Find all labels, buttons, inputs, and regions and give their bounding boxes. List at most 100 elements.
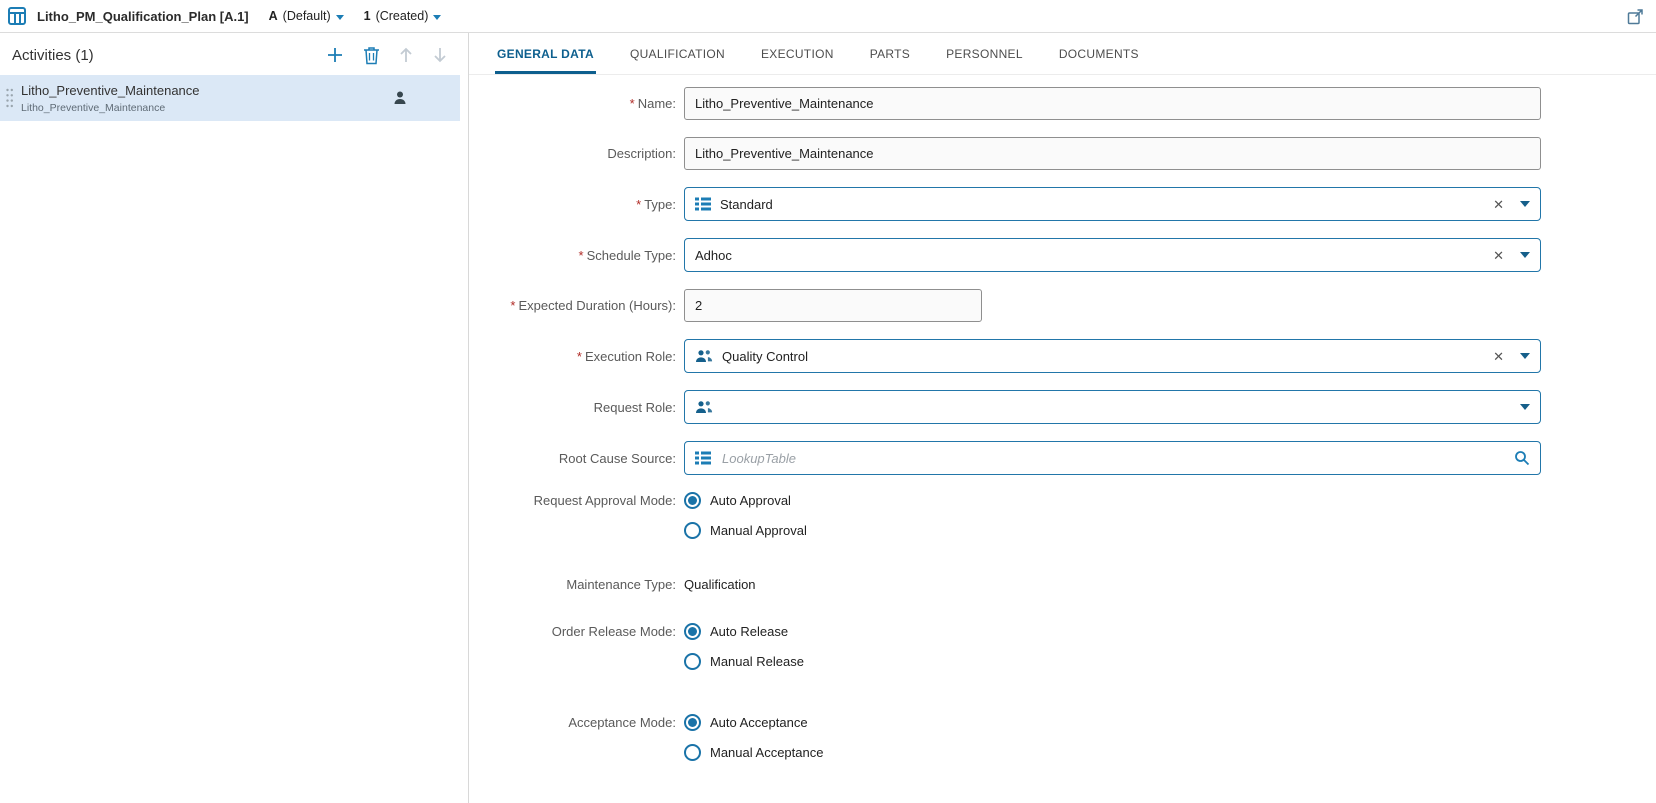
open-in-panel-icon[interactable]: [1627, 8, 1644, 25]
tab-parts[interactable]: PARTS: [868, 47, 912, 74]
field-row-name: *Name:: [469, 87, 1656, 120]
search-icon[interactable]: [1514, 450, 1530, 466]
field-row-order-release-mode: Order Release Mode: Auto Release Manual …: [469, 623, 1656, 670]
delete-activity-button[interactable]: [363, 46, 380, 65]
activities-header: Activities (1): [0, 33, 468, 75]
description-input[interactable]: [684, 137, 1541, 170]
radio-label: Auto Release: [710, 624, 788, 639]
activities-toolbar: [325, 45, 448, 65]
radio-label: Manual Approval: [710, 523, 807, 538]
detail-panel: GENERAL DATA QUALIFICATION EXECUTION PAR…: [469, 33, 1656, 803]
field-row-maintenance-type: Maintenance Type: Qualification: [469, 576, 1656, 593]
lookup-table-icon: [695, 197, 711, 211]
type-label: *Type:: [469, 197, 684, 212]
radio-label: Auto Acceptance: [710, 715, 808, 730]
schedule-type-label: *Schedule Type:: [469, 248, 684, 263]
radio-label: Auto Approval: [710, 493, 791, 508]
state-value: 1: [364, 9, 371, 23]
field-row-execution-role: *Execution Role: Quality Control: [469, 339, 1656, 373]
order-release-mode-label: Order Release Mode:: [469, 623, 684, 640]
clear-icon[interactable]: ✕: [1493, 249, 1504, 262]
root-cause-source-input[interactable]: [720, 450, 1514, 467]
field-row-description: Description:: [469, 137, 1656, 170]
radio-icon[interactable]: [684, 522, 701, 539]
chevron-down-icon: [433, 15, 441, 20]
field-row-request-role: Request Role:: [469, 390, 1656, 424]
radio-icon[interactable]: [684, 744, 701, 761]
radio-auto-release[interactable]: Auto Release: [684, 623, 1541, 640]
tab-general-data[interactable]: GENERAL DATA: [495, 47, 596, 74]
required-marker: *: [577, 349, 582, 364]
activity-text: Litho_Preventive_Maintenance Litho_Preve…: [21, 83, 200, 114]
field-row-type: *Type: Standard ✕: [469, 187, 1656, 221]
root-cause-source-label: Root Cause Source:: [469, 451, 684, 466]
required-marker: *: [510, 298, 515, 313]
maintenance-type-label: Maintenance Type:: [469, 576, 684, 593]
state-selector[interactable]: 1 (Created): [364, 9, 442, 23]
radio-icon[interactable]: [684, 653, 701, 670]
activity-title: Litho_Preventive_Maintenance: [21, 83, 200, 98]
acceptance-mode-group: Auto Acceptance Manual Acceptance: [684, 714, 1541, 761]
order-release-mode-group: Auto Release Manual Release: [684, 623, 1541, 670]
radio-auto-acceptance[interactable]: Auto Acceptance: [684, 714, 1541, 731]
person-icon: [392, 90, 408, 106]
expected-duration-input[interactable]: [684, 289, 982, 322]
execution-role-dropdown[interactable]: Quality Control ✕: [684, 339, 1541, 373]
radio-manual-approval[interactable]: Manual Approval: [684, 522, 1541, 539]
chevron-down-icon[interactable]: [1520, 252, 1530, 258]
activity-subtitle: Litho_Preventive_Maintenance: [21, 102, 200, 114]
maintenance-type-value: Qualification: [684, 577, 756, 592]
version-selector[interactable]: A (Default): [269, 9, 344, 23]
clear-icon[interactable]: ✕: [1493, 350, 1504, 363]
add-activity-button[interactable]: [325, 45, 345, 65]
radio-manual-release[interactable]: Manual Release: [684, 653, 1541, 670]
state-label: (Created): [376, 9, 429, 23]
chevron-down-icon[interactable]: [1520, 353, 1530, 359]
radio-label: Manual Acceptance: [710, 745, 823, 760]
tab-documents[interactable]: DOCUMENTS: [1057, 47, 1141, 74]
name-input[interactable]: [684, 87, 1541, 120]
name-label: *Name:: [469, 96, 684, 111]
general-data-form: *Name: Description: *Type:: [469, 75, 1656, 803]
type-value: Standard: [720, 197, 1493, 212]
field-row-schedule-type: *Schedule Type: Adhoc ✕: [469, 238, 1656, 272]
field-row-root-cause-source: Root Cause Source:: [469, 441, 1656, 475]
lookup-table-icon: [695, 451, 711, 465]
title-bar: Litho_PM_Qualification_Plan [A.1] A (Def…: [0, 0, 1656, 33]
chevron-down-icon[interactable]: [1520, 201, 1530, 207]
field-row-expected-duration: *Expected Duration (Hours):: [469, 289, 1656, 322]
tab-personnel[interactable]: PERSONNEL: [944, 47, 1025, 74]
drag-handle[interactable]: [5, 87, 14, 112]
required-marker: *: [630, 96, 635, 111]
people-icon: [695, 400, 713, 414]
radio-icon[interactable]: [684, 714, 701, 731]
request-role-dropdown[interactable]: [684, 390, 1541, 424]
people-icon: [695, 349, 713, 363]
move-up-button[interactable]: [398, 46, 414, 64]
radio-icon[interactable]: [684, 623, 701, 640]
root-cause-source-lookup[interactable]: [684, 441, 1541, 475]
version-value: A: [269, 9, 278, 23]
schedule-type-dropdown[interactable]: Adhoc ✕: [684, 238, 1541, 272]
tab-bar: GENERAL DATA QUALIFICATION EXECUTION PAR…: [469, 33, 1656, 75]
version-label: (Default): [283, 9, 331, 23]
radio-label: Manual Release: [710, 654, 804, 669]
move-down-button[interactable]: [432, 46, 448, 64]
request-role-label: Request Role:: [469, 400, 684, 415]
type-dropdown[interactable]: Standard ✕: [684, 187, 1541, 221]
chevron-down-icon: [336, 15, 344, 20]
activity-list-item[interactable]: Litho_Preventive_Maintenance Litho_Preve…: [0, 75, 460, 121]
activities-title: Activities (1): [12, 47, 94, 64]
page-title: Litho_PM_Qualification_Plan [A.1]: [37, 9, 249, 24]
radio-icon[interactable]: [684, 492, 701, 509]
execution-role-value: Quality Control: [722, 349, 1493, 364]
chevron-down-icon[interactable]: [1520, 404, 1530, 410]
radio-auto-approval[interactable]: Auto Approval: [684, 492, 1541, 509]
schedule-type-value: Adhoc: [695, 248, 1493, 263]
description-label: Description:: [469, 146, 684, 161]
field-row-request-approval-mode: Request Approval Mode: Auto Approval Man…: [469, 492, 1656, 539]
radio-manual-acceptance[interactable]: Manual Acceptance: [684, 744, 1541, 761]
tab-qualification[interactable]: QUALIFICATION: [628, 47, 727, 74]
tab-execution[interactable]: EXECUTION: [759, 47, 836, 74]
clear-icon[interactable]: ✕: [1493, 198, 1504, 211]
